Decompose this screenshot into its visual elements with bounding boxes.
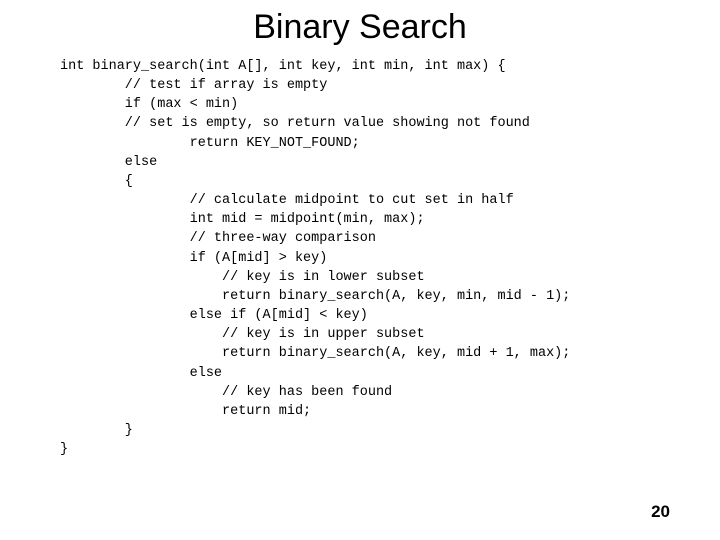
slide-title: Binary Search — [0, 0, 720, 57]
code-block: int binary_search(int A[], int key, int … — [0, 57, 720, 459]
page-number: 20 — [651, 502, 670, 522]
